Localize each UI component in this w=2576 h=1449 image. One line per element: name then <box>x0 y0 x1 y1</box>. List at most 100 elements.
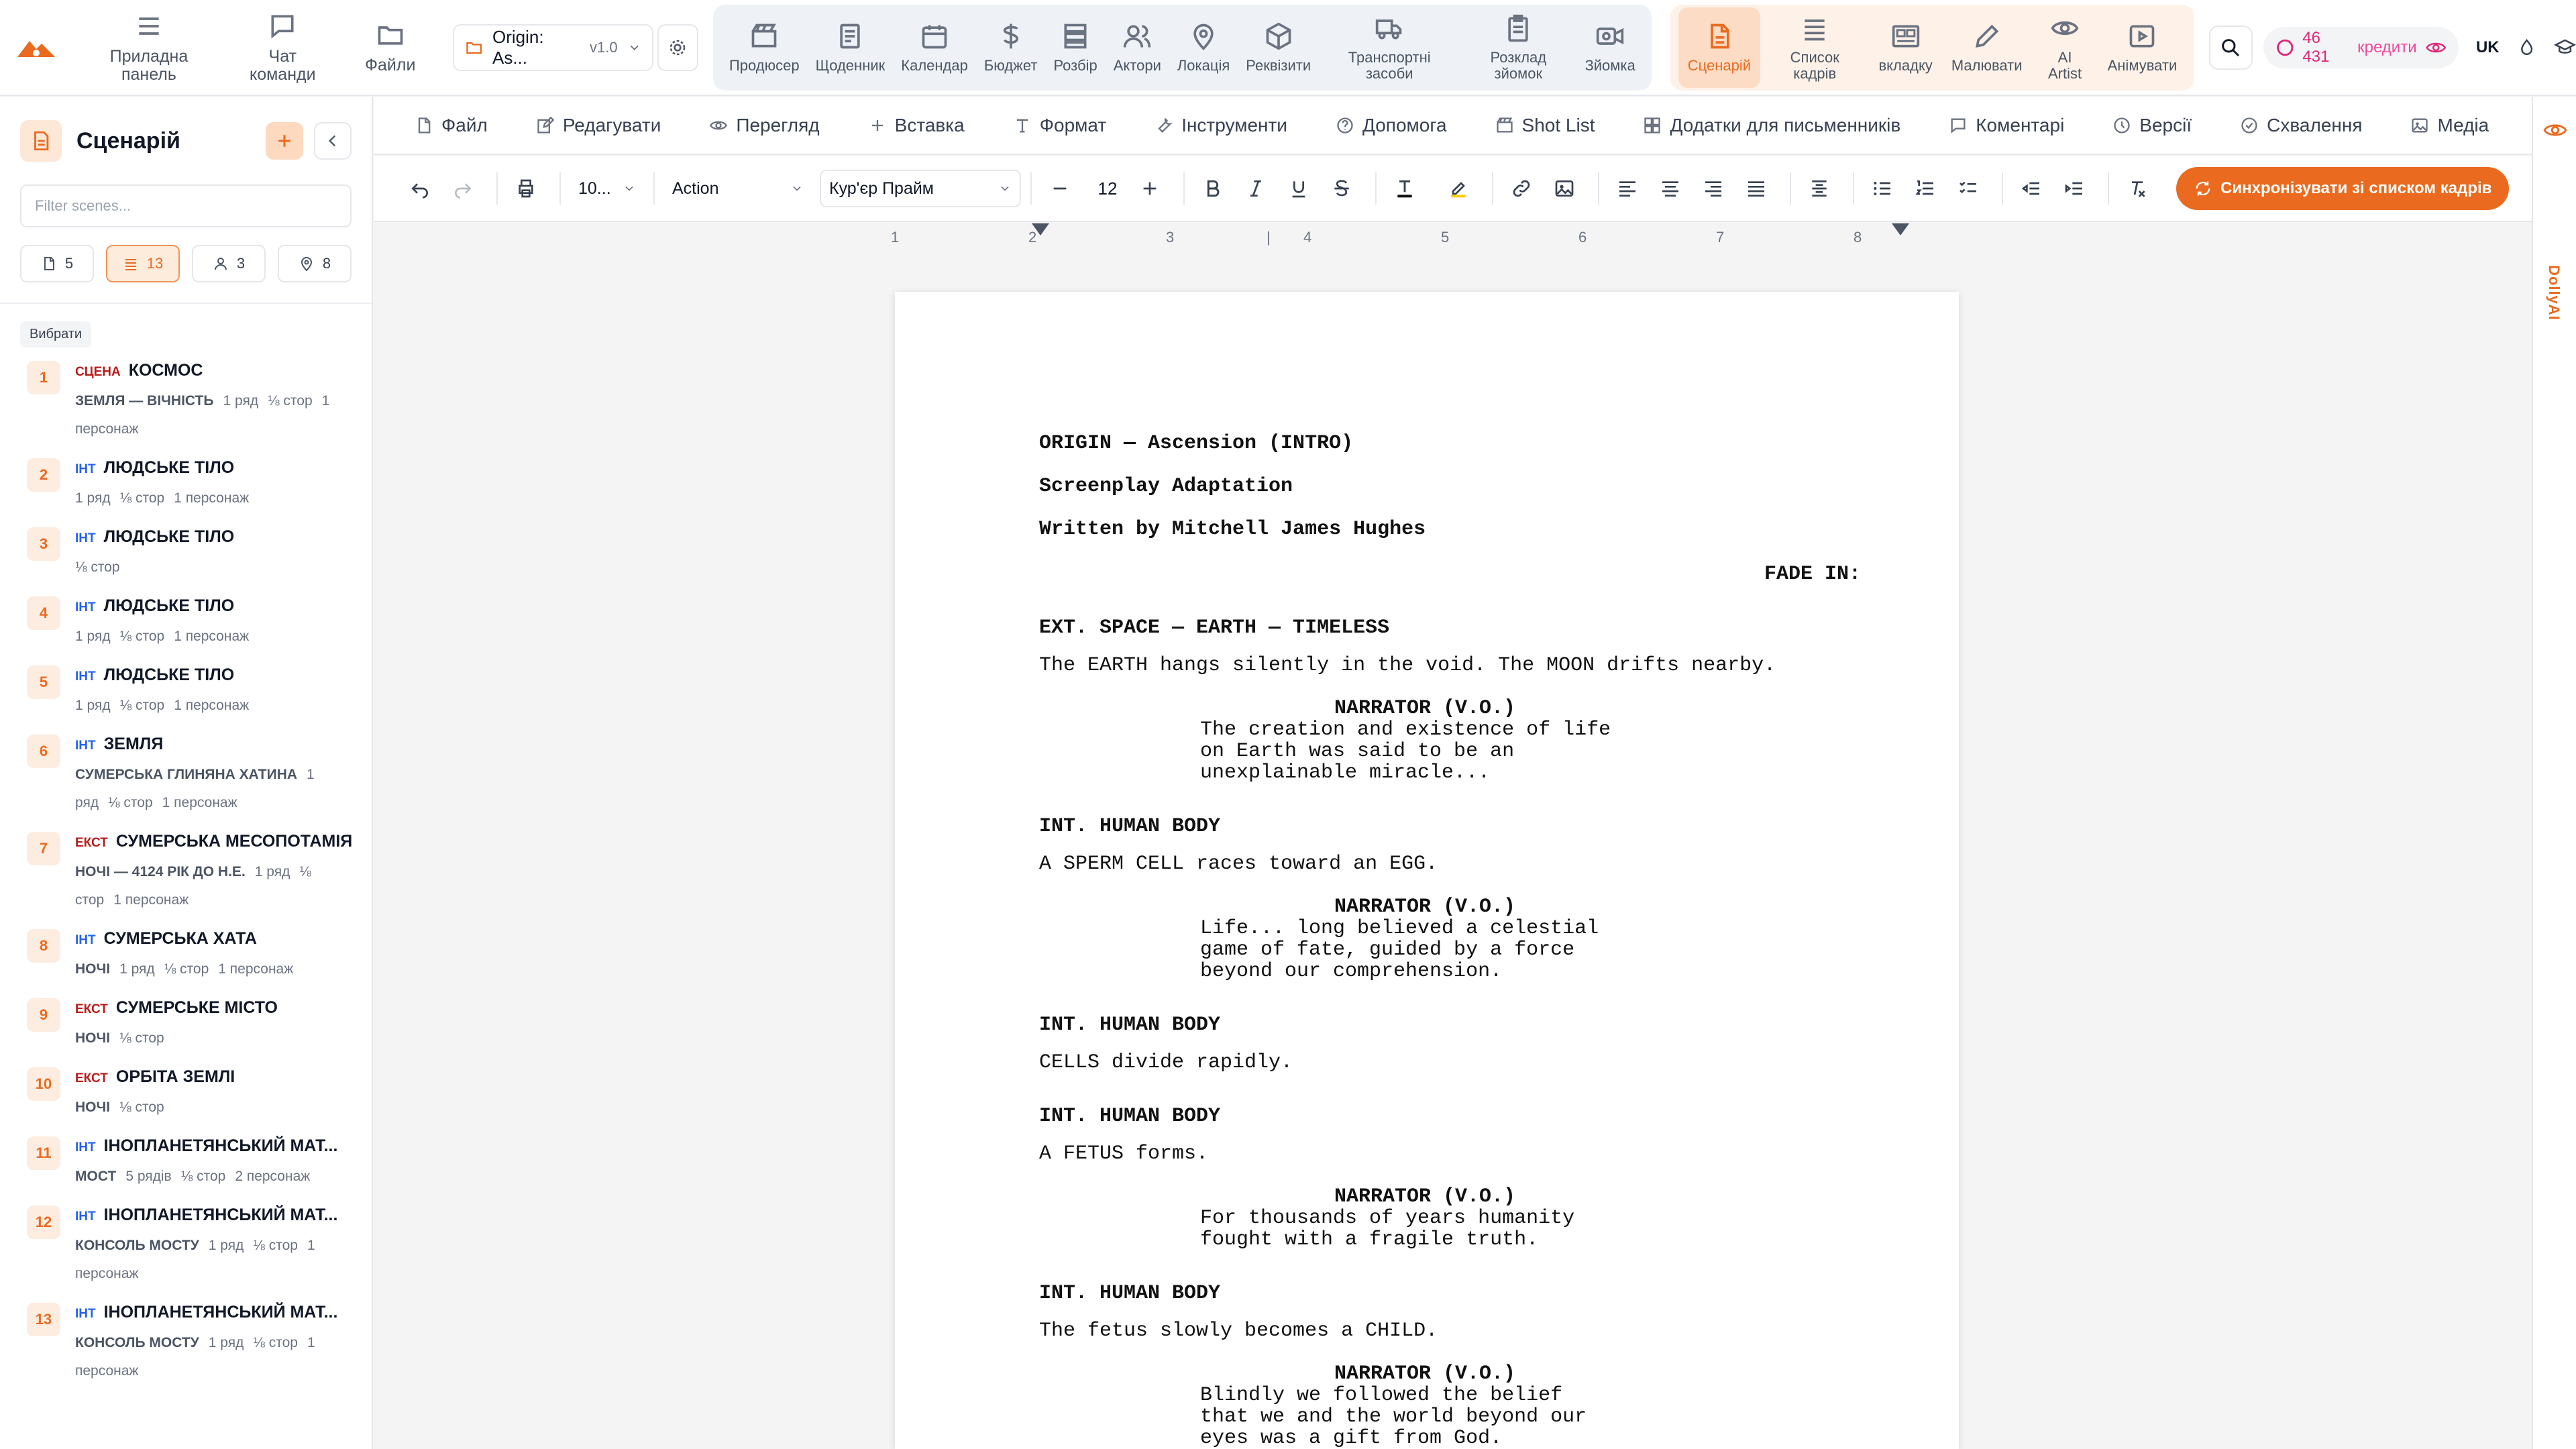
scene-list-item[interactable]: 9 ЕКСТ СУМЕРСЬКЕ МІСТО НОЧІ ⅛ стор <box>27 998 352 1053</box>
element-type-select[interactable]: Action <box>664 170 812 207</box>
script-character[interactable]: NARRATOR (V.O.) <box>1334 698 1515 719</box>
align-left-button[interactable] <box>1609 170 1646 207</box>
nav-menu-button[interactable]: Приладна панель <box>72 7 225 88</box>
count-tab-page[interactable]: 5 <box>20 245 94 282</box>
nav-notebook-button[interactable]: Щоденник <box>808 7 894 88</box>
count-tab-list[interactable]: 13 <box>106 245 180 282</box>
scene-list-item[interactable]: 13 ІНТ ІНОПЛАНЕТЯНСЬКИЙ МАТ... КОНСОЛЬ МОСТ… <box>27 1303 352 1385</box>
filter-scenes-input[interactable]: Filter scenes... <box>20 184 352 227</box>
dialogue-line[interactable]: fought with a fragile truth. <box>1200 1229 1538 1250</box>
scene-list-item[interactable]: 4 ІНТ ЛЮДСЬКЕ ТІЛО 1 ряд ⅛ стор 1 персонаж <box>27 596 352 651</box>
script-heading[interactable]: INT. HUMAN BODY <box>1039 1106 1220 1127</box>
scene-list-item[interactable]: 7 ЕКСТ СУМЕРСЬКА МЕСОПОТАМІЯ НОЧІ — 4124 РІ… <box>27 832 352 914</box>
nav-calendar-button[interactable]: Календар <box>893 7 976 88</box>
text-color-button[interactable] <box>1386 170 1424 207</box>
nav-play-button[interactable]: Анімувати <box>2098 7 2187 88</box>
bold-button[interactable] <box>1194 170 1232 207</box>
nav-clipboard-button[interactable]: Розклад зйомок <box>1460 7 1576 88</box>
menu-check-circle[interactable]: Схвалення <box>2240 115 2362 136</box>
nav-eye-button[interactable]: AI Artist <box>2032 7 2098 88</box>
dialogue-line[interactable]: unexplainable miracle... <box>1200 762 1490 784</box>
script-heading[interactable]: EXT. SPACE — EARTH — TIMELESS <box>1039 617 1389 639</box>
script-character[interactable]: NARRATOR (V.O.) <box>1334 1186 1515 1208</box>
add-scene-button[interactable] <box>266 122 303 160</box>
menu-help[interactable]: Допомога <box>1336 115 1447 136</box>
underline-button[interactable] <box>1280 170 1318 207</box>
undo-button[interactable] <box>401 170 439 207</box>
script-character[interactable]: NARRATOR (V.O.) <box>1334 1363 1515 1385</box>
menu-clapper[interactable]: Shot List <box>1495 115 1595 136</box>
strikethrough-button[interactable] <box>1323 170 1360 207</box>
menu-wrench[interactable]: Інструменти <box>1155 115 1287 136</box>
print-button[interactable] <box>507 170 545 207</box>
insert-image-button[interactable] <box>1546 170 1583 207</box>
menu-file[interactable]: Файл <box>415 115 488 136</box>
sync-shot-list-button[interactable]: Синхронізувати зі списком кадрів <box>2176 167 2510 210</box>
page-break-button[interactable] <box>1801 170 1838 207</box>
outdent-button[interactable] <box>2055 170 2093 207</box>
zoom-select[interactable]: 10... <box>570 170 644 207</box>
nav-pencil-button[interactable]: Малювати <box>1942 7 2032 88</box>
nav-chat-button[interactable]: Чат команди <box>225 7 340 88</box>
script-heading[interactable]: INT. HUMAN BODY <box>1039 816 1220 837</box>
font-family-select[interactable]: Кур'єр Прайм <box>820 170 1021 207</box>
drop-icon[interactable] <box>2517 38 2536 58</box>
script-action[interactable]: A SPERM CELL races toward an EGG. <box>1039 853 1438 875</box>
dialogue-line[interactable]: The creation and existence of life <box>1200 719 1611 741</box>
eye-icon[interactable] <box>2542 117 2568 143</box>
nav-stack-button[interactable]: Розбір <box>1045 7 1105 88</box>
nav-document-button[interactable]: Сценарій <box>1678 7 1761 88</box>
nav-users-button[interactable]: Актори <box>1106 7 1169 88</box>
scene-list-item[interactable]: 1 СЦЕНА КОСМОС ЗЕМЛЯ — ВІЧНІСТЬ 1 ряд ⅛ стор 1… <box>27 361 352 443</box>
nav-dollar-button[interactable]: Бюджет <box>976 7 1046 88</box>
search-button[interactable] <box>2209 25 2253 70</box>
right-indent-marker-icon[interactable] <box>1892 223 1909 237</box>
credits-badge[interactable]: 46 431 кредити <box>2263 26 2459 68</box>
project-selector[interactable]: Origin: As... v1.0 <box>452 23 653 71</box>
align-justify-button[interactable] <box>1737 170 1775 207</box>
dialogue-line[interactable]: beyond our comprehension. <box>1200 961 1502 982</box>
scene-list-item[interactable]: 2 ІНТ ЛЮДСЬКЕ ТІЛО 1 ряд ⅛ стор 1 персонаж <box>27 458 352 513</box>
nav-camera-button[interactable]: Зйомка <box>1576 7 1643 88</box>
project-settings-button[interactable] <box>657 23 698 71</box>
scene-list-item[interactable]: 3 ІНТ ЛЮДСЬКЕ ТІЛО ⅛ стор <box>27 527 352 582</box>
nav-storyboard-button[interactable]: вкладку <box>1869 7 1941 88</box>
nav-list-button[interactable]: Список кадрів <box>1760 7 1869 88</box>
scene-list-item[interactable]: 8 ІНТ СУМЕРСЬКА ХАТА НОЧІ 1 ряд ⅛ стор 1 персо… <box>27 929 352 983</box>
script-action[interactable]: CELLS divide rapidly. <box>1039 1052 1293 1073</box>
nav-folder-button[interactable]: Файли <box>340 7 441 88</box>
language-switcher[interactable]: UK <box>2476 38 2500 57</box>
collapse-sidebar-button[interactable] <box>314 122 352 160</box>
align-center-button[interactable] <box>1652 170 1689 207</box>
menu-eye[interactable]: Перегляд <box>709 115 820 136</box>
scene-list-item[interactable]: 6 ІНТ ЗЕМЛЯ СУМЕРСЬКА ГЛИНЯНА ХАТИНА 1 ряд ⅛ … <box>27 735 352 817</box>
menu-grid[interactable]: Додатки для письменників <box>1643 115 1900 136</box>
dialogue-line[interactable]: game of fate, guided by a force <box>1200 939 1574 961</box>
graduation-cap-icon[interactable] <box>2553 36 2576 59</box>
highlight-button[interactable] <box>1440 170 1477 207</box>
bullet-list-button[interactable] <box>1864 170 1901 207</box>
link-button[interactable] <box>1503 170 1540 207</box>
align-right-button[interactable] <box>1695 170 1732 207</box>
dialogue-line[interactable]: that we and the world beyond our <box>1200 1406 1587 1428</box>
menu-edit[interactable]: Редагувати <box>536 115 661 136</box>
checklist-button[interactable] <box>1949 170 1987 207</box>
dialogue-line[interactable]: For thousands of years humanity <box>1200 1208 1574 1229</box>
dialogue-line[interactable]: on Earth was said to be an <box>1200 741 1514 762</box>
dialogue-line[interactable]: Life... long believed a celestial <box>1200 918 1599 939</box>
decrease-font-button[interactable] <box>1041 170 1079 207</box>
script-transition[interactable]: FADE IN: <box>1764 564 1861 585</box>
script-title[interactable]: Screenplay Adaptation <box>1039 476 1293 497</box>
script-action[interactable]: The EARTH hangs silently in the void. Th… <box>1039 655 1776 676</box>
increase-font-button[interactable] <box>1131 170 1169 207</box>
scene-list-item[interactable]: 5 ІНТ ЛЮДСЬКЕ ТІЛО 1 ряд ⅛ стор 1 персонаж <box>27 665 352 720</box>
numbered-list-button[interactable] <box>1907 170 1944 207</box>
scene-list-item[interactable]: 11 ІНТ ІНОПЛАНЕТЯНСЬКИЙ МАТ... МОСТ 5 рядів ⅛… <box>27 1136 352 1191</box>
script-title[interactable]: ORIGIN — Ascension (INTRO) <box>1039 433 1353 454</box>
script-action[interactable]: The fetus slowly becomes a CHILD. <box>1039 1320 1438 1342</box>
scene-list-item[interactable]: 10 ЕКСТ ОРБІТА ЗЕМЛІ НОЧІ ⅛ стор <box>27 1067 352 1122</box>
redo-button[interactable] <box>444 170 482 207</box>
menu-image[interactable]: Медіа <box>2410 115 2489 136</box>
menu-comment[interactable]: Коментарі <box>1949 115 2064 136</box>
nav-truck-button[interactable]: Транспортні засоби <box>1319 7 1460 88</box>
